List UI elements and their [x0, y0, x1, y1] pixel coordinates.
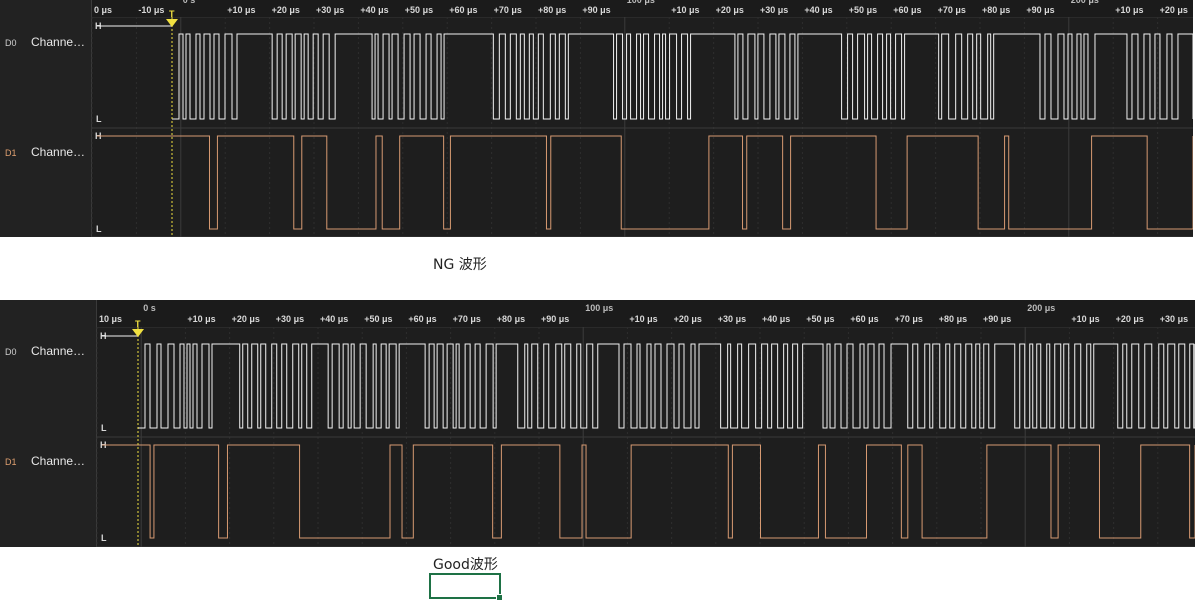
time-tick-label: +60 μs	[449, 5, 477, 15]
time-tick-label: +80 μs	[982, 5, 1010, 15]
time-tick-label: +10 μs	[227, 5, 255, 15]
time-tick-label: +60 μs	[893, 5, 921, 15]
time-tick-label: +20 μs	[1116, 314, 1144, 324]
time-tick-label: +70 μs	[895, 314, 923, 324]
time-tick-label: +40 μs	[320, 314, 348, 324]
time-tick-label: +70 μs	[938, 5, 966, 15]
time-tick-label: +60 μs	[408, 314, 436, 324]
time-tick-label: +20 μs	[232, 314, 260, 324]
d1-waveform	[172, 135, 1193, 230]
low-level-marker: L	[96, 224, 102, 234]
time-tick-label: +20 μs	[1160, 5, 1188, 15]
time-tick-label: +50 μs	[405, 5, 433, 15]
time-tick-label: +60 μs	[850, 314, 878, 324]
ng-caption: NG 波形	[433, 257, 487, 273]
time-tick-label: 200 μs	[1071, 0, 1099, 5]
good-caption: Good波形	[433, 557, 498, 573]
time-tick-label: +40 μs	[762, 314, 790, 324]
time-tick-label: -10 μs	[138, 5, 164, 15]
time-tick-label: +10 μs	[187, 314, 215, 324]
trigger-label: T	[169, 9, 175, 19]
time-tick-label: +90 μs	[1026, 5, 1054, 15]
good-capture: D0 Channe… D1 Channe… 10 μs 0 s +10 μs +20 μs…	[0, 300, 1195, 547]
time-tick-label: +20 μs	[674, 314, 702, 324]
d0-waveform	[172, 33, 1193, 120]
time-tick-label: +20 μs	[716, 5, 744, 15]
time-tick-label: 100 μs	[585, 303, 613, 313]
time-tick-label: +50 μs	[806, 314, 834, 324]
fill-handle[interactable]	[496, 594, 503, 601]
low-level-marker: L	[96, 114, 102, 124]
trigger-label: T	[135, 319, 141, 329]
time-tick-label: +30 μs	[316, 5, 344, 15]
time-tick-label: 200 μs	[1027, 303, 1055, 313]
time-tick-label: +30 μs	[276, 314, 304, 324]
time-tick-label: +90 μs	[582, 5, 610, 15]
time-tick-label: 0 μs	[94, 5, 112, 15]
low-level-marker: L	[101, 533, 107, 543]
d1-waveform	[138, 444, 1195, 539]
time-tick-label: +80 μs	[538, 5, 566, 15]
time-tick-label: +50 μs	[849, 5, 877, 15]
time-tick-label: +80 μs	[939, 314, 967, 324]
time-tick-label: +40 μs	[360, 5, 388, 15]
waveform-area[interactable]: 0 μs -10 μs 0 s +10 μs +20 μs +30 μs +40 μs +50…	[0, 0, 1193, 237]
time-tick-label: +30 μs	[718, 314, 746, 324]
time-tick-label: +70 μs	[453, 314, 481, 324]
low-level-marker: L	[101, 423, 107, 433]
time-tick-label: +70 μs	[494, 5, 522, 15]
time-tick-label: +30 μs	[1160, 314, 1188, 324]
time-tick-label: +80 μs	[497, 314, 525, 324]
time-tick-label: +30 μs	[760, 5, 788, 15]
ng-capture: D0 Channe… D1 Channe… 0 μs -10 μs 0 s +10 μs +…	[0, 0, 1193, 237]
time-tick-label: +20 μs	[272, 5, 300, 15]
time-tick-label: +90 μs	[541, 314, 569, 324]
selected-cell[interactable]	[429, 573, 503, 601]
waveform-area[interactable]: 10 μs 0 s +10 μs +20 μs +30 μs +40 μs +50 μs +6…	[0, 300, 1195, 547]
time-tick-label: +90 μs	[983, 314, 1011, 324]
time-tick-label: +10 μs	[1071, 314, 1099, 324]
time-tick-label: 100 μs	[627, 0, 655, 5]
time-tick-label: +10 μs	[671, 5, 699, 15]
time-tick-label: +40 μs	[804, 5, 832, 15]
time-tick-label: +50 μs	[364, 314, 392, 324]
time-tick-label: 0 s	[183, 0, 196, 5]
d0-waveform	[138, 343, 1195, 429]
time-tick-label: 10 μs	[99, 314, 122, 324]
time-tick-label: +10 μs	[1115, 5, 1143, 15]
time-tick-label: 0 s	[143, 303, 156, 313]
time-tick-label: +10 μs	[629, 314, 657, 324]
